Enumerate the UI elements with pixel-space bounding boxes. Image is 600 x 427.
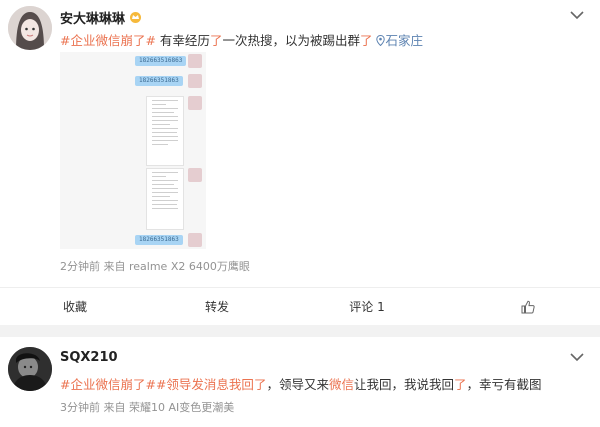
crown-icon <box>129 11 142 26</box>
chat-file-thumbnail <box>146 168 184 230</box>
like-icon <box>521 300 535 313</box>
collect-label: 收藏 <box>62 300 87 314</box>
repost-button[interactable]: 转发 <box>142 288 292 325</box>
post-image[interactable]: 182663516863 18266351863 18266351863 <box>60 52 206 249</box>
location-link[interactable]: 石家庄 <box>376 33 423 48</box>
highlight-text: 了 <box>209 33 223 48</box>
location-text[interactable]: 石家庄 <box>385 33 423 48</box>
text-segment: 让我回，我说我回 <box>353 377 454 392</box>
avatar[interactable] <box>8 347 52 391</box>
like-button[interactable] <box>450 288 600 325</box>
collect-button[interactable]: 收藏 <box>0 288 150 325</box>
avatar[interactable] <box>8 6 52 50</box>
chat-bubble: 18266351863 <box>135 76 183 86</box>
post-meta: 3分钟前 来自 荣耀10 AI变色更潮美 <box>60 401 235 414</box>
post-separator <box>0 325 600 337</box>
chevron-down-icon[interactable] <box>570 10 584 20</box>
comment-button[interactable]: 评论 1 <box>292 288 442 325</box>
chat-file-thumbnail <box>146 96 184 166</box>
post-text: #企业微信崩了##领导发消息我回了，领导又来微信让我回，我说我回了，幸亏有截图 <box>60 374 542 393</box>
text-segment: 有幸经历 <box>155 33 210 48</box>
author-name[interactable]: 安大琳琳琳 <box>60 8 142 27</box>
hashtag-link[interactable]: #企业微信崩了# <box>60 33 156 48</box>
chat-avatar <box>188 74 202 88</box>
author-name[interactable]: SQX210 <box>60 350 118 365</box>
text-segment: ，幸亏有截图 <box>466 377 542 392</box>
highlight-text: 微信 <box>328 377 354 392</box>
chat-avatar <box>188 168 202 182</box>
chat-bubble: 18266351863 <box>135 235 183 245</box>
chat-avatar <box>188 54 202 68</box>
repost-label: 转发 <box>204 300 229 314</box>
chat-avatar <box>188 233 202 247</box>
hashtag-link[interactable]: #领导发消息我回 <box>156 377 254 392</box>
highlight-text: 了 <box>253 377 267 392</box>
action-bar: 收藏 转发 评论 1 <box>0 288 600 325</box>
post-text: #企业微信崩了# 有幸经历了一次热搜，以为被踢出群了 石家庄 <box>60 30 423 49</box>
hashtag-link[interactable]: #企业微信崩了# <box>60 377 156 392</box>
chevron-down-icon[interactable] <box>570 352 584 362</box>
highlight-text: 了 <box>454 377 467 392</box>
comment-label: 评论 1 <box>349 300 385 314</box>
chat-avatar <box>188 96 202 110</box>
author-name-text[interactable]: 安大琳琳琳 <box>60 12 125 27</box>
chat-bubble: 182663516863 <box>135 56 187 66</box>
text-segment: ，领导又来 <box>266 377 329 392</box>
post-card-1: 安大琳琳琳 #企业微信崩了# 有幸经历了一次热搜，以为被踢出群了 石家庄 182… <box>0 0 600 325</box>
highlight-text: 了 <box>359 33 373 48</box>
post-meta: 2分钟前 来自 realme X2 6400万鹰眼 <box>60 260 250 273</box>
text-segment: 一次热搜，以为被踢出群 <box>222 33 360 48</box>
